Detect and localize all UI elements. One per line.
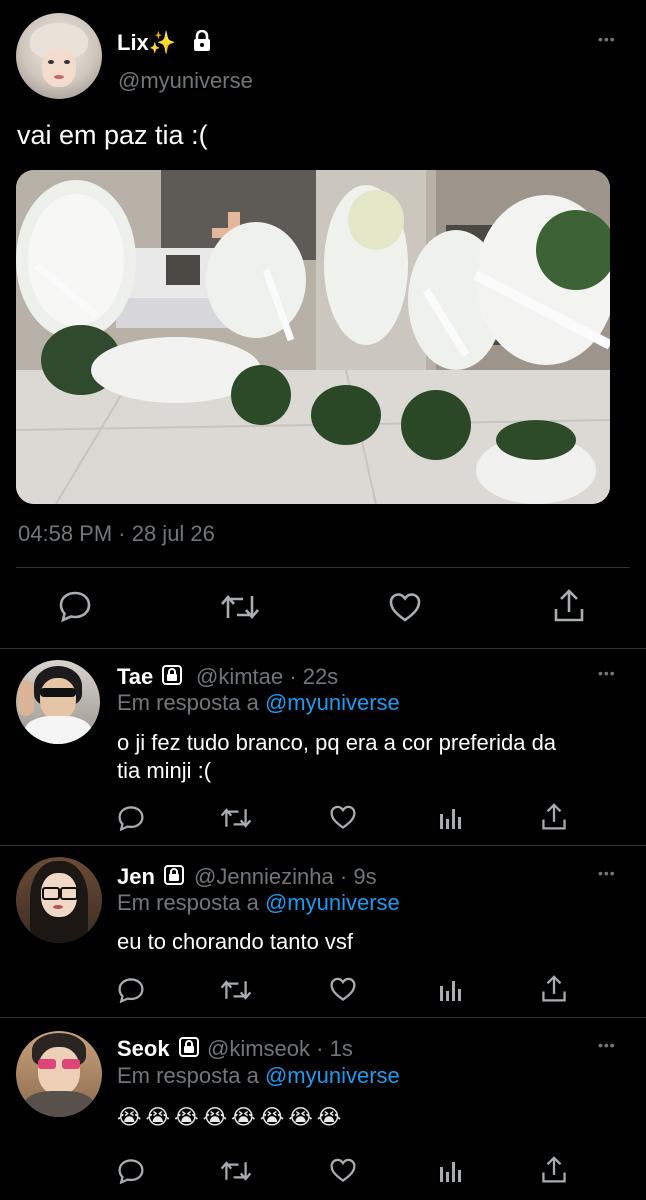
reply-text-line: tia minji :( <box>117 758 212 783</box>
reply-text-line: o ji fez tudo branco, pq era a cor prefe… <box>117 730 557 755</box>
divider <box>16 567 630 568</box>
reply-context-handle[interactable]: @myuniverse <box>265 890 400 915</box>
reply-icon[interactable] <box>58 590 92 622</box>
retweet-icon[interactable] <box>220 592 260 622</box>
reply-time: · 1s <box>316 1036 353 1061</box>
tweet-text: vai em paz tia :( <box>17 120 208 150</box>
retweet-icon[interactable] <box>220 1159 252 1183</box>
reply-icon[interactable] <box>117 977 145 1003</box>
retweet-icon[interactable] <box>220 806 252 830</box>
like-icon[interactable] <box>388 591 422 623</box>
author-avatar[interactable] <box>16 13 102 99</box>
lock-icon <box>163 864 185 892</box>
lock-icon <box>192 29 212 58</box>
tweet-photo[interactable] <box>16 170 610 504</box>
reply-avatar[interactable] <box>16 1031 102 1117</box>
reply-context-label: Em resposta a <box>117 1063 259 1088</box>
author-name[interactable]: Lix✨ <box>117 30 176 55</box>
analytics-icon[interactable] <box>438 1159 462 1183</box>
reply-author-handle[interactable]: @Jenniezinha <box>194 864 334 889</box>
divider <box>0 845 646 846</box>
reply-text: eu to chorando tanto vsf <box>117 929 354 954</box>
reply-author-handle[interactable]: @kimtae <box>196 664 283 689</box>
reply-text: o ji fez tudo branco, pq era a cor prefe… <box>117 729 556 785</box>
divider <box>0 648 646 649</box>
more-options-icon[interactable]: ••• <box>598 1037 616 1053</box>
share-icon[interactable] <box>541 803 567 831</box>
author-handle[interactable]: @myuniverse <box>118 68 253 94</box>
reply-context-label: Em resposta a <box>117 690 259 715</box>
reply-author-name[interactable]: Tae <box>117 664 153 689</box>
reply-context-label: Em resposta a <box>117 890 259 915</box>
share-icon[interactable] <box>541 1156 567 1184</box>
reply-time: · 9s <box>339 864 377 889</box>
lock-icon <box>178 1036 200 1064</box>
divider <box>0 1017 646 1018</box>
reply-icon[interactable] <box>117 805 145 831</box>
reply-text: 😭😭😭😭😭😭😭😭 <box>117 1106 346 1129</box>
reply-context-handle[interactable]: @myuniverse <box>265 690 400 715</box>
reply-avatar[interactable] <box>16 660 100 744</box>
tweet-timestamp: 04:58 PM · 28 jul 26 <box>18 521 215 546</box>
like-icon[interactable] <box>329 1157 357 1183</box>
reply-avatar[interactable] <box>16 857 102 943</box>
analytics-icon[interactable] <box>438 806 462 830</box>
retweet-icon[interactable] <box>220 978 252 1002</box>
more-options-icon[interactable]: ••• <box>598 665 616 681</box>
reply-time: · 22s <box>289 664 339 689</box>
more-options-icon[interactable]: ••• <box>598 865 616 881</box>
like-icon[interactable] <box>329 804 357 830</box>
analytics-icon[interactable] <box>438 978 462 1002</box>
reply-author-name[interactable]: Jen <box>117 864 155 889</box>
reply-author-handle[interactable]: @kimseok <box>207 1036 310 1061</box>
more-options-icon[interactable]: ••• <box>598 31 616 47</box>
like-icon[interactable] <box>329 976 357 1002</box>
reply-context-handle[interactable]: @myuniverse <box>265 1063 400 1088</box>
share-icon[interactable] <box>553 589 585 623</box>
share-icon[interactable] <box>541 975 567 1003</box>
reply-author-name[interactable]: Seok <box>117 1036 170 1061</box>
lock-icon <box>161 664 183 692</box>
reply-icon[interactable] <box>117 1158 145 1184</box>
